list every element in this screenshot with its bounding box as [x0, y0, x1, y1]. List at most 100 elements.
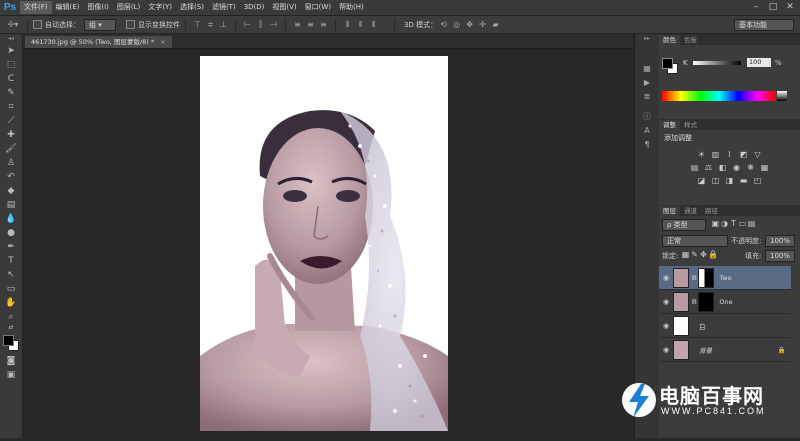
move-tool-icon[interactable]: ✢▾ — [6, 20, 20, 29]
menu-help[interactable]: 帮助(H) — [335, 1, 368, 14]
3d-drag-icon[interactable]: ✥ — [465, 20, 474, 29]
grayscale-ramp[interactable] — [777, 91, 787, 101]
crop-tool-icon[interactable]: ⌗ — [0, 100, 22, 114]
menu-window[interactable]: 窗口(W) — [301, 1, 335, 14]
layer-mask-thumbnail[interactable] — [698, 267, 715, 288]
swap-colors-icon[interactable]: ⇄ — [0, 324, 22, 332]
distribute-hcenter-icon[interactable]: ⦀ — [356, 20, 365, 29]
quick-mask-icon[interactable]: ◙ — [0, 354, 22, 368]
lock-position-icon[interactable]: ✥ — [699, 250, 708, 259]
align-hcenter-icon[interactable]: ⫿ — [256, 20, 265, 29]
align-vcenter-icon[interactable]: ≑ — [206, 20, 215, 29]
gradient-tool-icon[interactable]: ▤ — [0, 198, 22, 212]
distribute-bottom-icon[interactable]: ≡ — [319, 20, 328, 29]
shape-tool-icon[interactable]: ▭ — [0, 282, 22, 296]
character-panel-icon[interactable]: A — [635, 124, 659, 138]
lock-image-icon[interactable]: ✎ — [690, 250, 699, 259]
align-top-icon[interactable]: ⊤ — [193, 20, 202, 29]
close-icon[interactable]: ✕ — [782, 0, 798, 15]
gradient-map-icon[interactable]: ▬ — [739, 176, 748, 185]
menu-view[interactable]: 视图(V) — [268, 1, 300, 14]
photo-filter-icon[interactable]: ◉ — [732, 163, 741, 172]
color-balance-icon[interactable]: ⚖ — [704, 163, 713, 172]
tab-paths[interactable]: 路径 — [701, 206, 722, 216]
color-lookup-icon[interactable]: ▦ — [760, 163, 769, 172]
show-transform-checkbox[interactable] — [126, 20, 135, 29]
type-tool-icon[interactable]: T — [0, 254, 22, 268]
tab-styles[interactable]: 样式 — [680, 120, 701, 130]
document-image[interactable] — [200, 56, 448, 431]
invert-icon[interactable]: ◪ — [697, 176, 706, 185]
brush-tool-icon[interactable]: 🖌 — [0, 142, 22, 156]
k-value-field[interactable]: 100 — [747, 58, 771, 67]
menu-filter[interactable]: 滤镜(T) — [208, 1, 240, 14]
paragraph-panel-icon[interactable]: ¶ — [635, 138, 659, 152]
color-swatches[interactable] — [0, 332, 22, 354]
align-left-icon[interactable]: ⊢ — [243, 20, 252, 29]
hand-tool-icon[interactable]: ✋ — [0, 296, 22, 310]
marquee-tool-icon[interactable]: ⬚ — [0, 58, 22, 72]
collapse-dock-icon[interactable]: ▸▸ — [635, 34, 659, 44]
tab-channels[interactable]: 通道 — [680, 206, 701, 216]
filter-pixel-icon[interactable]: ▣ — [711, 219, 720, 228]
eye-icon[interactable]: ◉ — [659, 322, 673, 330]
3d-slide-icon[interactable]: ✛ — [478, 20, 487, 29]
workspace-dropdown[interactable]: 基本功能 — [734, 19, 794, 31]
dodge-tool-icon[interactable]: ● — [0, 226, 22, 240]
lasso-tool-icon[interactable]: ᑕ — [0, 72, 22, 86]
minimize-icon[interactable]: – — [748, 0, 764, 15]
3d-roll-icon[interactable]: ◎ — [452, 20, 461, 29]
menu-file[interactable]: 文件(F) — [20, 1, 52, 14]
color-spectrum[interactable] — [662, 91, 776, 101]
menu-type[interactable]: 文字(Y) — [144, 1, 176, 14]
filter-shape-icon[interactable]: ▭ — [738, 219, 747, 228]
eraser-tool-icon[interactable]: ◆ — [0, 184, 22, 198]
info-panel-icon[interactable]: ⓘ — [635, 110, 659, 124]
history-panel-icon[interactable]: ▦ — [635, 62, 659, 76]
eye-icon[interactable]: ◉ — [659, 346, 673, 354]
tab-swatches[interactable]: 色板 — [680, 35, 701, 45]
auto-select-checkbox[interactable] — [33, 20, 42, 29]
foreground-color-swatch[interactable] — [3, 335, 14, 346]
menu-image[interactable]: 图像(I) — [83, 1, 113, 14]
quick-select-tool-icon[interactable]: ✎ — [0, 86, 22, 100]
close-tab-icon[interactable]: × — [160, 38, 165, 46]
healing-brush-tool-icon[interactable]: ✚ — [0, 128, 22, 142]
menu-edit[interactable]: 编辑(E) — [52, 1, 84, 14]
lock-all-icon[interactable]: 🔒 — [708, 250, 718, 259]
layer-row[interactable]: ◉ 白 — [659, 314, 791, 338]
threshold-icon[interactable]: ◨ — [725, 176, 734, 185]
k-slider[interactable] — [693, 61, 741, 65]
hue-saturation-icon[interactable]: ▤ — [690, 163, 699, 172]
fill-field[interactable]: 100% — [765, 250, 795, 262]
clone-stamp-tool-icon[interactable]: ♙ — [0, 156, 22, 170]
layer-filter-dropdown[interactable]: ρ 类型 — [662, 219, 706, 231]
tab-layers[interactable]: 图层 — [659, 206, 680, 216]
layer-row[interactable]: ◉ ⛓ One — [659, 290, 791, 314]
properties-panel-icon[interactable]: ≣ — [635, 90, 659, 104]
actions-panel-icon[interactable]: ▶ — [635, 76, 659, 90]
layer-row[interactable]: ◉ ⛓ Two — [659, 266, 791, 290]
distribute-vcenter-icon[interactable]: ≡ — [306, 20, 315, 29]
panel-foreground-swatch[interactable] — [662, 58, 673, 69]
tab-adjustments[interactable]: 调整 — [659, 120, 680, 130]
posterize-icon[interactable]: ◫ — [711, 176, 720, 185]
history-brush-tool-icon[interactable]: ↶ — [0, 170, 22, 184]
filter-type-icon[interactable]: T — [729, 219, 738, 228]
3d-scale-icon[interactable]: ▰ — [491, 20, 500, 29]
pen-tool-icon[interactable]: ✒ — [0, 240, 22, 254]
auto-select-dropdown[interactable]: 组 ▾ — [84, 18, 116, 31]
menu-3d[interactable]: 3D(D) — [240, 1, 269, 14]
maximize-icon[interactable]: □ — [765, 0, 781, 15]
layer-mask-thumbnail[interactable] — [698, 291, 715, 312]
distribute-right-icon[interactable]: ⦀ — [369, 20, 378, 29]
filter-adjust-icon[interactable]: ◑ — [720, 219, 729, 228]
align-right-icon[interactable]: ⊣ — [269, 20, 278, 29]
channel-mixer-icon[interactable]: ❋ — [746, 163, 755, 172]
align-bottom-icon[interactable]: ⊥ — [219, 20, 228, 29]
vibrance-icon[interactable]: ▽ — [753, 150, 762, 159]
selective-color-icon[interactable]: ◰ — [753, 176, 762, 185]
exposure-icon[interactable]: ◩ — [739, 150, 748, 159]
screen-mode-icon[interactable]: ▣ — [0, 368, 22, 382]
levels-icon[interactable]: ▥ — [711, 150, 720, 159]
